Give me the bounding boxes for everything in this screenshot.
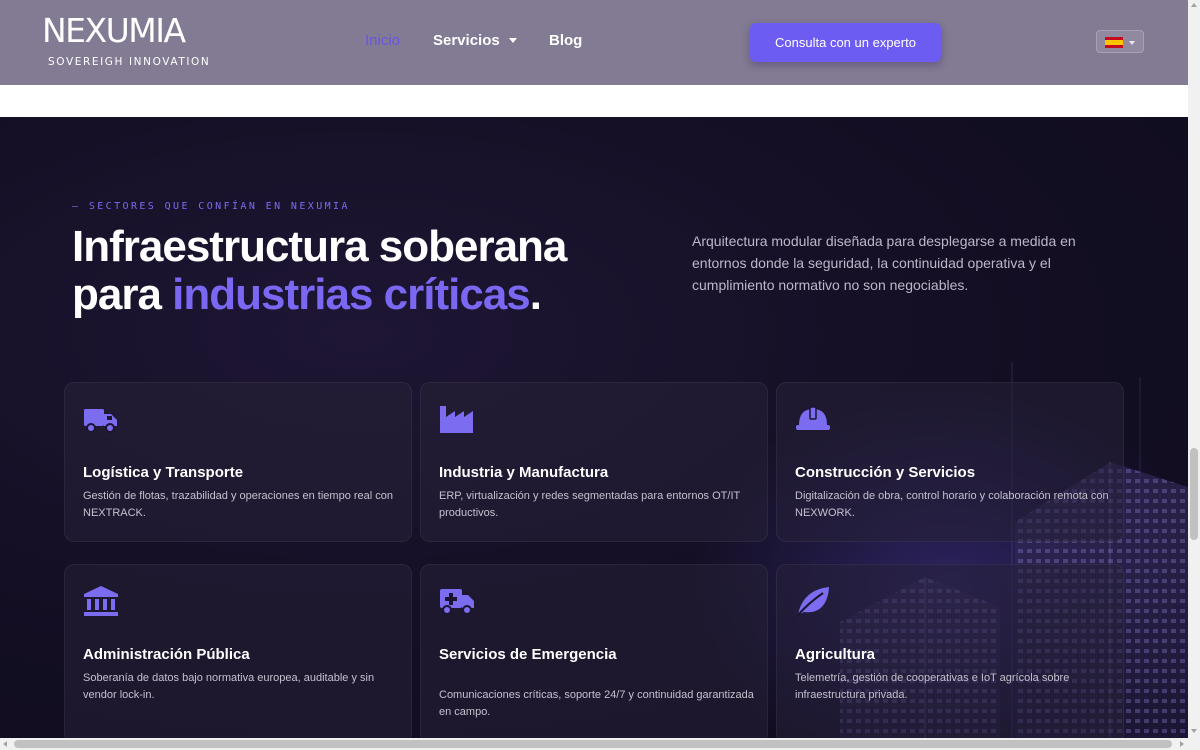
sector-title: Construcción y Servicios [795, 464, 976, 481]
chevron-down-icon [1129, 41, 1135, 45]
scroll-left-icon[interactable] [3, 741, 7, 747]
truck-icon [84, 409, 117, 433]
nav-item-label: Servicios [433, 32, 500, 49]
logo-tagline: SOVEREIGH INNOVATION [48, 56, 211, 68]
sector-description: Comunicaciones críticas, soporte 24/7 y … [439, 689, 754, 718]
sector-description: ERP, virtualización y redes segmentadas … [439, 490, 741, 519]
sector-card-construccion[interactable]: Construcción y Servicios Digitalización … [776, 382, 1124, 542]
sector-description: Telemetría, gestión de cooperativas e Io… [795, 672, 1070, 701]
horizontal-scrollbar[interactable] [0, 738, 1200, 750]
leaf-icon [797, 587, 829, 616]
sectors-section: — SECTORES QUE CONFÍAN EN NEXUMIA Infrae… [0, 117, 1188, 738]
sector-title: Logística y Transporte [83, 464, 244, 481]
spain-flag-icon [1105, 37, 1123, 48]
site-header: NEXUMIA SOVEREIGH INNOVATION Inicio Serv… [0, 0, 1188, 85]
sector-title: Administración Pública [83, 646, 250, 663]
consult-expert-button[interactable]: Consulta con un experto [750, 23, 941, 62]
nav-item-inicio[interactable]: Inicio [365, 32, 400, 49]
sector-card-agricultura[interactable]: Agricultura Telemetría, gestión de coope… [776, 564, 1124, 738]
hard-hat-icon [796, 406, 830, 430]
vertical-scroll-thumb[interactable] [1190, 448, 1198, 540]
headline-line-2-suffix: . [529, 270, 542, 319]
sector-card-emergencia[interactable]: Servicios de Emergencia Comunicaciones c… [420, 564, 768, 738]
headline-accent: industrias críticas [172, 270, 531, 319]
logo-wordmark: NEXUMIA [42, 11, 186, 50]
scroll-up-icon[interactable] [1191, 3, 1197, 7]
ambulance-icon [440, 589, 474, 615]
landmark-icon [84, 586, 118, 616]
chevron-down-icon [508, 38, 517, 43]
section-headline: Infraestructura soberana para industrias… [72, 222, 567, 319]
section-lead: Arquitectura modular diseñada para despl… [692, 233, 1076, 293]
section-eyebrow: — SECTORES QUE CONFÍAN EN NEXUMIA [72, 201, 350, 212]
scroll-right-icon[interactable] [1180, 741, 1184, 747]
nav-item-servicios[interactable]: Servicios [433, 32, 517, 49]
headline-line-2-prefix: para [72, 270, 173, 319]
header-spacer [0, 85, 1188, 117]
horizontal-scroll-thumb[interactable] [14, 740, 1172, 748]
factory-icon [440, 406, 473, 433]
sector-title: Industria y Manufactura [439, 464, 609, 481]
language-selector[interactable] [1096, 30, 1144, 53]
sector-description: Soberanía de datos bajo normativa europe… [83, 672, 375, 701]
sector-card-administracion[interactable]: Administración Pública Soberanía de dato… [64, 564, 412, 738]
logo[interactable]: NEXUMIA SOVEREIGH INNOVATION [42, 11, 211, 69]
nav-item-blog[interactable]: Blog [549, 32, 582, 49]
headline-line-1: Infraestructura soberana [72, 222, 567, 271]
sector-title: Servicios de Emergencia [439, 646, 617, 663]
scroll-down-icon[interactable] [1191, 729, 1197, 733]
sector-card-industria[interactable]: Industria y Manufactura ERP, virtualizac… [420, 382, 768, 542]
vertical-scrollbar[interactable] [1188, 0, 1200, 738]
sector-description: Gestión de flotas, trazabilidad y operac… [83, 490, 394, 519]
sector-card-logistica[interactable]: Logística y Transporte Gestión de flotas… [64, 382, 412, 542]
sector-title: Agricultura [795, 646, 876, 663]
sector-description: Digitalización de obra, control horario … [795, 490, 1109, 519]
